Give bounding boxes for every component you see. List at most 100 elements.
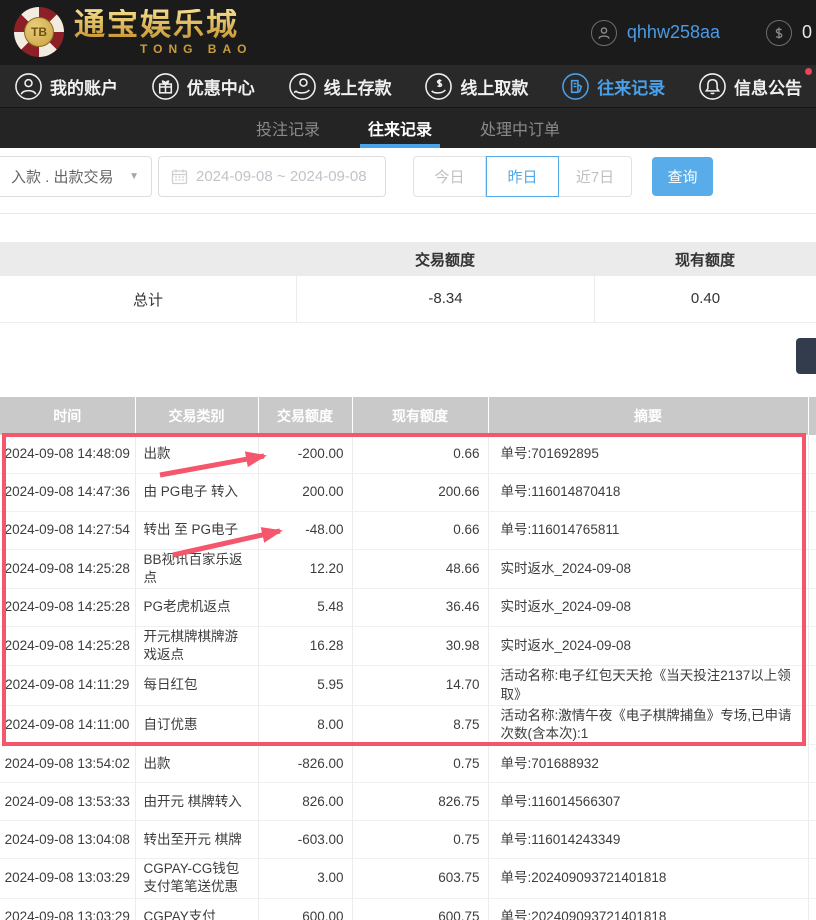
- summary-panel: 交易额度 现有额度 总计 -8.34 0.40: [0, 213, 816, 323]
- deposit-icon: [288, 72, 317, 101]
- total-label: 总计: [0, 289, 296, 310]
- cell-time: 2024-09-08 13:54:02: [0, 745, 135, 783]
- site-logo[interactable]: TB 通宝娱乐城 TONG BAO: [14, 7, 252, 57]
- cell-amount: 200.00: [258, 473, 352, 511]
- date-range-input[interactable]: 2024-09-08 ~ 2024-09-08: [158, 156, 386, 197]
- cell-balance: 603.75: [352, 859, 488, 898]
- user-area: qhhw258aa 0: [591, 0, 816, 65]
- chevron-down-icon: ▼: [129, 171, 139, 182]
- cell-time: 2024-09-08 14:25:28: [0, 588, 135, 626]
- nav-item-announcements[interactable]: 信息公告: [698, 72, 802, 101]
- cell-time: 2024-09-08 14:27:54: [0, 511, 135, 549]
- nav-item-my-account[interactable]: 我的账户: [14, 72, 118, 101]
- transactions-body: 2024-09-08 14:48:09出款-200.000.66单号:70169…: [0, 435, 816, 920]
- col-type: 交易类别: [135, 397, 258, 435]
- summary-total-row: 总计 -8.34 0.40: [0, 276, 816, 323]
- records-icon: [561, 72, 590, 101]
- cell-amount: -603.00: [258, 821, 352, 859]
- total-current-amount: 0.40: [594, 276, 816, 322]
- cell-type: 转出 至 PG电子: [135, 511, 258, 549]
- nav-item-deposit[interactable]: 线上存款: [288, 72, 392, 101]
- logo-text: 通宝娱乐城 TONG BAO: [74, 9, 252, 56]
- cell-balance: 8.75: [352, 705, 488, 744]
- cell-summary: 单号:116014243349: [488, 821, 808, 859]
- scrollbar-gutter: [808, 435, 816, 473]
- cell-amount: -48.00: [258, 511, 352, 549]
- top-bar: TB 通宝娱乐城 TONG BAO qhhw258aa 0: [0, 0, 816, 65]
- cell-time: 2024-09-08 14:25:28: [0, 549, 135, 588]
- summary-header-transaction: 交易额度: [296, 249, 594, 270]
- table-row: 2024-09-08 14:48:09出款-200.000.66单号:70169…: [0, 435, 816, 473]
- scrollbar-gutter: [808, 821, 816, 859]
- site-title: 通宝娱乐城: [74, 9, 252, 40]
- table-row: 2024-09-08 14:25:28开元棋牌棋牌游戏返点16.2830.98实…: [0, 626, 816, 665]
- last7days-button[interactable]: 近7日: [559, 156, 632, 197]
- col-time: 时间: [0, 397, 135, 435]
- cell-summary: 活动名称:电子红包天天抢《当天投注2137以上领取》: [488, 666, 808, 705]
- calendar-icon: [171, 168, 188, 185]
- total-transaction-amount: -8.34: [296, 276, 594, 322]
- cell-summary: 单号:202409093721401818: [488, 898, 808, 920]
- cell-balance: 48.66: [352, 549, 488, 588]
- gift-icon: [151, 72, 180, 101]
- col-balance: 现有额度: [352, 397, 488, 435]
- table-header: 时间 交易类别 交易额度 现有额度 摘要: [0, 397, 816, 435]
- nav-item-withdraw[interactable]: 线上取款: [424, 72, 528, 101]
- col-gutter: [808, 397, 816, 435]
- cell-amount: 5.48: [258, 588, 352, 626]
- tab-transaction-records[interactable]: 往来记录: [366, 108, 434, 148]
- account-icon: [14, 72, 43, 101]
- today-button[interactable]: 今日: [413, 156, 486, 197]
- username[interactable]: qhhw258aa: [627, 22, 720, 43]
- scrollbar-gutter: [808, 549, 816, 588]
- cell-time: 2024-09-08 13:03:29: [0, 859, 135, 898]
- nav-item-promotions[interactable]: 优惠中心: [151, 72, 255, 101]
- cell-time: 2024-09-08 14:48:09: [0, 435, 135, 473]
- cell-summary: 单号:116014566307: [488, 783, 808, 821]
- cell-time: 2024-09-08 13:53:33: [0, 783, 135, 821]
- table-row: 2024-09-08 14:11:29每日红包5.9514.70活动名称:电子红…: [0, 666, 816, 705]
- chip-label: TB: [24, 17, 54, 47]
- floating-side-tab[interactable]: [796, 338, 816, 374]
- cell-balance: 0.75: [352, 821, 488, 859]
- cell-type: 开元棋牌棋牌游戏返点: [135, 626, 258, 665]
- query-button[interactable]: 查询: [652, 157, 713, 196]
- cell-time: 2024-09-08 13:03:29: [0, 898, 135, 920]
- tab-betting-records[interactable]: 投注记录: [254, 108, 322, 148]
- tab-processing-orders[interactable]: 处理中订单: [478, 108, 562, 148]
- cell-time: 2024-09-08 14:11:00: [0, 705, 135, 744]
- cell-amount: 16.28: [258, 626, 352, 665]
- cell-time: 2024-09-08 14:11:29: [0, 666, 135, 705]
- table-row: 2024-09-08 14:11:00自订优惠8.008.75活动名称:激情午夜…: [0, 705, 816, 744]
- cell-balance: 200.66: [352, 473, 488, 511]
- cell-type: 转出至开元 棋牌: [135, 821, 258, 859]
- site-subtitle: TONG BAO: [74, 42, 252, 56]
- cell-summary: 单号:701692895: [488, 435, 808, 473]
- cell-amount: -826.00: [258, 745, 352, 783]
- cell-summary: 单号:701688932: [488, 745, 808, 783]
- cell-summary: 单号:116014765811: [488, 511, 808, 549]
- page: TB 通宝娱乐城 TONG BAO qhhw258aa 0: [0, 0, 816, 920]
- cell-balance: 36.46: [352, 588, 488, 626]
- table-row: 2024-09-08 13:54:02出款-826.000.75单号:70168…: [0, 745, 816, 783]
- main-nav: 我的账户 优惠中心 线上存款 线上取款 往来记录: [0, 65, 816, 107]
- withdraw-icon: [424, 72, 453, 101]
- cell-type: BB视讯百家乐返点: [135, 549, 258, 588]
- table-row: 2024-09-08 14:47:36由 PG电子 转入200.00200.66…: [0, 473, 816, 511]
- notification-dot: [805, 68, 812, 75]
- table-row: 2024-09-08 14:27:54转出 至 PG电子-48.000.66单号…: [0, 511, 816, 549]
- transactions-table: 时间 交易类别 交易额度 现有额度 摘要 2024-09-08 14:48:09…: [0, 397, 816, 920]
- cell-time: 2024-09-08 14:25:28: [0, 626, 135, 665]
- cell-balance: 826.75: [352, 783, 488, 821]
- yesterday-button[interactable]: 昨日: [486, 156, 559, 197]
- cell-time: 2024-09-08 14:47:36: [0, 473, 135, 511]
- quick-date-buttons: 今日 昨日 近7日: [413, 156, 632, 197]
- balance-value: 0: [802, 22, 816, 43]
- cell-amount: 600.00: [258, 898, 352, 920]
- cell-amount: 826.00: [258, 783, 352, 821]
- cell-type: CGPAY支付: [135, 898, 258, 920]
- cell-balance: 30.98: [352, 626, 488, 665]
- transaction-type-select[interactable]: 入款 . 出款交易 ▼: [0, 156, 152, 197]
- nav-item-records[interactable]: 往来记录: [561, 72, 665, 101]
- user-icon: [591, 20, 617, 46]
